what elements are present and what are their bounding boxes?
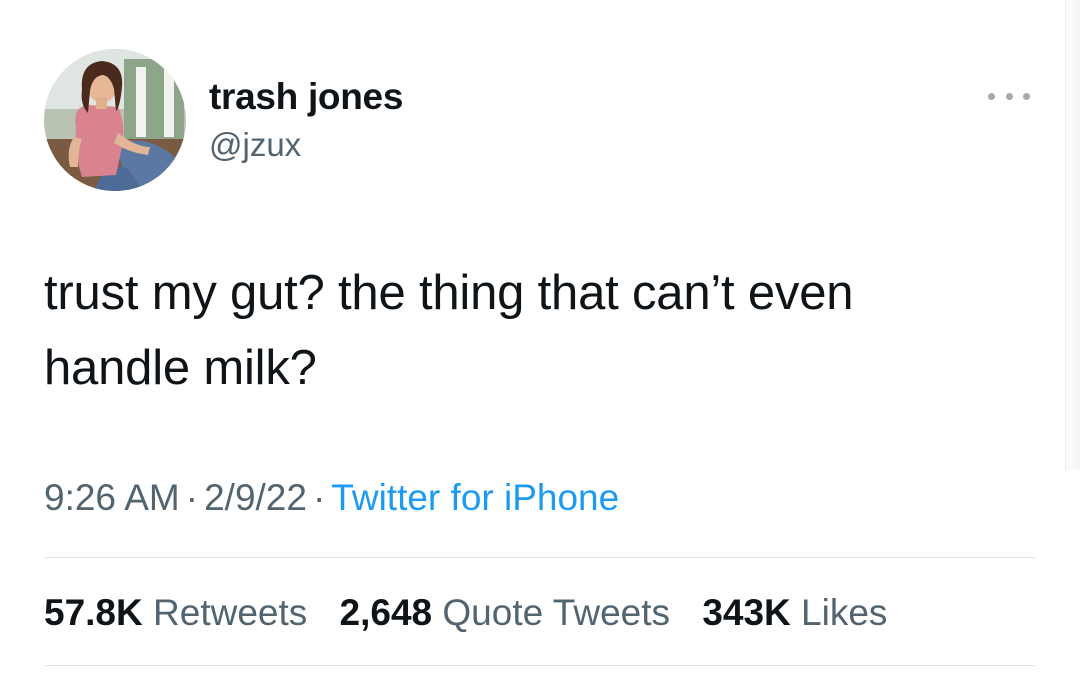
more-dot <box>1023 92 1030 100</box>
tweet-time[interactable]: 9:26 AM <box>44 477 180 518</box>
avatar-photo <box>44 49 186 191</box>
meta-separator: · <box>185 477 199 518</box>
tweet-text-line: handle milk? <box>44 341 317 395</box>
retweets-label: Retweets <box>153 592 308 633</box>
likes-label: Likes <box>801 592 888 633</box>
likes-count: 343K <box>702 592 791 633</box>
retweets-stat[interactable]: 57.8K Retweets <box>44 592 307 633</box>
tweet-stats: 57.8K Retweets 2,648 Quote Tweets 343K L… <box>44 592 909 634</box>
avatar[interactable] <box>44 49 186 191</box>
quote-tweets-count: 2,648 <box>339 592 433 633</box>
scroll-edge <box>1065 0 1080 470</box>
likes-stat[interactable]: 343K Likes <box>702 592 887 633</box>
quote-tweets-label: Quote Tweets <box>442 592 671 633</box>
tweet-metadata: 9:26 AM · 2/9/22 · Twitter for iPhone <box>44 477 619 519</box>
tweet-text-line: trust my gut? the thing that can’t even <box>44 266 854 320</box>
divider <box>44 557 1036 558</box>
retweets-count: 57.8K <box>44 592 143 633</box>
quote-tweets-stat[interactable]: 2,648 Quote Tweets <box>340 592 671 633</box>
tweet-text: trust my gut? the thing that can’t even … <box>44 256 1044 406</box>
more-options-icon[interactable] <box>986 84 1032 108</box>
user-handle[interactable]: @jzux <box>209 126 301 164</box>
more-dot <box>1005 92 1013 100</box>
tweet-source-link[interactable]: Twitter for iPhone <box>331 477 619 518</box>
user-display-name[interactable]: trash jones <box>209 76 403 118</box>
tweet-date[interactable]: 2/9/22 <box>204 477 307 518</box>
more-dot <box>988 92 995 100</box>
meta-separator: · <box>312 477 326 518</box>
divider <box>44 665 1036 666</box>
